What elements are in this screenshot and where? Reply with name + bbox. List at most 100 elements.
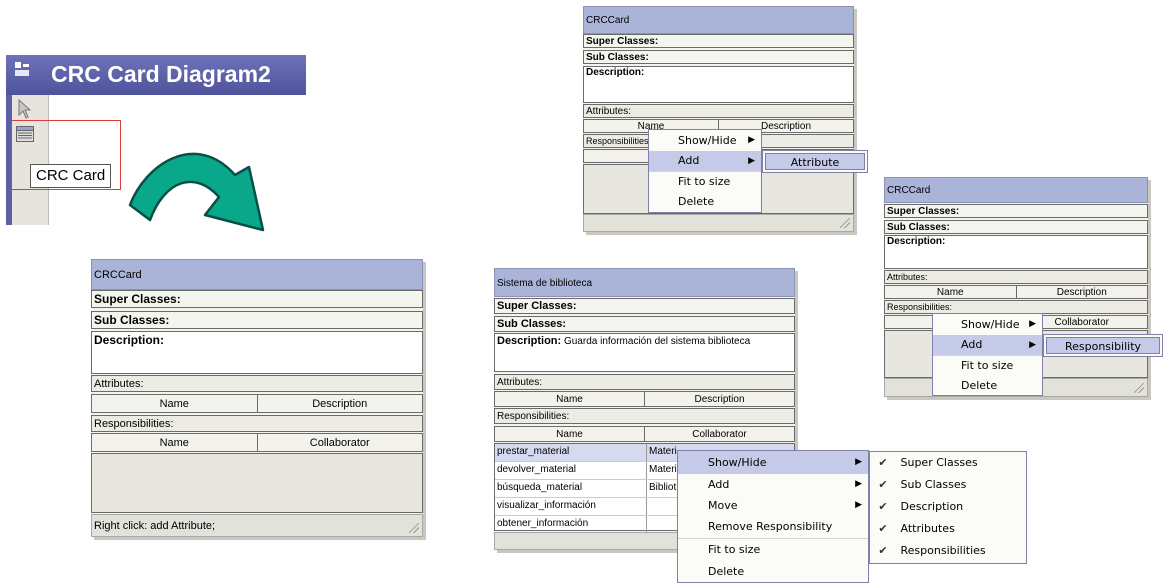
- card-title[interactable]: Sistema de biblioteca: [494, 268, 795, 297]
- checkmark-icon: ✔: [878, 500, 888, 513]
- diagram-icon: [15, 62, 29, 76]
- submenu-arrow-icon: ▶: [855, 500, 862, 510]
- description-box[interactable]: Description:: [91, 331, 423, 374]
- attributes-table-header: Name Description: [494, 391, 795, 407]
- description-label: Description:: [887, 236, 946, 247]
- attr-col-name: Name: [885, 286, 1017, 298]
- menu-add-label: Add: [678, 154, 700, 167]
- resp-name-cell[interactable]: búsqueda_material: [495, 480, 647, 497]
- sub-classes-row[interactable]: Sub Classes:: [884, 220, 1148, 234]
- submenu-sub-classes[interactable]: ✔ Sub Classes: [870, 474, 1026, 496]
- checkmark-icon: ✔: [878, 522, 888, 535]
- submenu-responsibilities[interactable]: ✔ Responsibilities: [870, 540, 1026, 562]
- resize-grip-icon[interactable]: [1134, 383, 1144, 393]
- resize-grip-icon[interactable]: [409, 523, 419, 533]
- menu-show-hide[interactable]: Show/Hide ▶: [678, 451, 868, 474]
- responsibilities-list[interactable]: [91, 453, 423, 513]
- resize-grip-icon[interactable]: [840, 218, 850, 228]
- resp-col-collaborator: Collaborator: [309, 437, 370, 449]
- attr-col-name: Name: [92, 395, 258, 412]
- description-label: Description:: [586, 67, 645, 78]
- description-box[interactable]: Description:: [583, 66, 854, 103]
- super-classes-row[interactable]: Super Classes:: [583, 34, 854, 48]
- submenu-arrow-icon: ▶: [855, 479, 862, 489]
- resp-col-name: Name: [495, 427, 645, 441]
- responsibilities-table-header: Name Collaborator: [494, 426, 795, 442]
- menu-show-hide[interactable]: Show/Hide ▶: [649, 130, 761, 151]
- attributes-label: Attributes:: [91, 375, 423, 392]
- submenu-responsibility[interactable]: Responsibility: [1046, 337, 1160, 354]
- menu-delete[interactable]: Delete: [649, 192, 761, 212]
- curved-arrow-icon: [128, 152, 265, 232]
- card-status-footer: Right click: add Attribute;: [91, 514, 423, 537]
- description-label: Description:: [94, 333, 165, 347]
- show-hide-submenu: ✔ Super Classes ✔ Sub Classes ✔ Descript…: [869, 451, 1027, 564]
- menu-show-hide[interactable]: Show/Hide ▶: [933, 314, 1042, 335]
- menu-fit-to-size[interactable]: Fit to size: [678, 539, 868, 561]
- attributes-table-header: Name Description: [884, 285, 1148, 299]
- crc-card-main[interactable]: CRCCard Super Classes: Sub Classes: Desc…: [91, 259, 423, 537]
- super-classes-row[interactable]: Super Classes:: [884, 204, 1148, 218]
- pointer-tool-icon[interactable]: [18, 99, 32, 119]
- submenu-description[interactable]: ✔ Description: [870, 496, 1026, 518]
- attr-col-description: Description: [694, 394, 745, 405]
- footer-hint: Right click: add Attribute;: [94, 520, 216, 532]
- menu-remove-responsibility[interactable]: Remove Responsibility: [678, 516, 868, 538]
- submenu-responsibilities-label: Responsibilities: [900, 544, 986, 557]
- menu-add[interactable]: Add ▶: [678, 474, 868, 495]
- super-classes-row[interactable]: Super Classes:: [494, 298, 795, 314]
- resp-col-name: Name: [92, 434, 258, 451]
- menu-show-hide-label: Show/Hide: [961, 318, 1020, 331]
- description-text: Guarda información del sistema bibliotec…: [563, 336, 751, 347]
- submenu-arrow-icon: ▶: [1029, 319, 1036, 329]
- submenu-super-classes-label: Super Classes: [900, 456, 978, 469]
- resp-col-collaborator: Collaborator: [692, 429, 747, 440]
- card-title[interactable]: CRCCard: [583, 6, 854, 34]
- context-menu: Show/Hide ▶ Add ▶ Move ▶ Remove Responsibil…: [677, 450, 869, 583]
- card-title[interactable]: CRCCard: [91, 259, 423, 290]
- menu-show-hide-label: Show/Hide: [708, 456, 767, 469]
- menu-delete[interactable]: Delete: [678, 561, 868, 582]
- menu-add[interactable]: Add ▶: [649, 151, 761, 171]
- responsibilities-table-header: Name Collaborator: [91, 433, 423, 452]
- submenu-sub-classes-label: Sub Classes: [900, 478, 967, 491]
- super-classes-row[interactable]: Super Classes:: [91, 290, 423, 308]
- menu-show-hide-label: Show/Hide: [678, 134, 737, 147]
- menu-add[interactable]: Add ▶: [933, 335, 1042, 355]
- submenu-attribute[interactable]: Attribute: [765, 153, 865, 170]
- attributes-label: Attributes:: [583, 104, 854, 118]
- resp-name-cell[interactable]: visualizar_información: [495, 498, 647, 515]
- submenu-arrow-icon: ▶: [748, 135, 755, 145]
- attr-col-description: Description: [1056, 287, 1107, 298]
- attributes-label: Attributes:: [494, 374, 795, 390]
- diagram-title-bar: CRC Card Diagram2: [6, 55, 306, 95]
- sub-classes-row[interactable]: Sub Classes:: [583, 50, 854, 64]
- resp-name-cell[interactable]: prestar_material: [495, 444, 647, 461]
- sub-classes-row[interactable]: Sub Classes:: [91, 311, 423, 329]
- card-status-footer: [583, 214, 854, 232]
- diagram-title: CRC Card Diagram2: [51, 61, 271, 87]
- description-box[interactable]: Description: Guarda información del sist…: [494, 333, 795, 372]
- checkmark-icon: ✔: [878, 544, 888, 557]
- submenu-arrow-icon: ▶: [855, 457, 862, 467]
- submenu-arrow-icon: ▶: [1029, 340, 1036, 350]
- menu-fit-to-size[interactable]: Fit to size: [649, 172, 761, 192]
- resp-name-cell[interactable]: obtener_información: [495, 516, 647, 533]
- menu-delete[interactable]: Delete: [933, 376, 1042, 396]
- menu-add-label: Add: [961, 338, 983, 351]
- responsibilities-label: Responsibilities:: [494, 408, 795, 424]
- context-menu: Show/Hide ▶ Add ▶ Fit to size Delete: [932, 313, 1043, 396]
- submenu-super-classes[interactable]: ✔ Super Classes: [870, 452, 1026, 474]
- add-submenu: Responsibility: [1043, 334, 1163, 357]
- menu-fit-to-size[interactable]: Fit to size: [933, 356, 1042, 376]
- add-submenu: Attribute: [762, 150, 868, 173]
- checkmark-icon: ✔: [878, 456, 888, 469]
- resp-name-cell[interactable]: devolver_material: [495, 462, 647, 479]
- checkmark-icon: ✔: [878, 478, 888, 491]
- menu-move[interactable]: Move ▶: [678, 495, 868, 516]
- card-title[interactable]: CRCCard: [884, 177, 1148, 203]
- description-box[interactable]: Description:: [884, 235, 1148, 269]
- submenu-attributes[interactable]: ✔ Attributes: [870, 518, 1026, 540]
- attributes-label: Attributes:: [884, 270, 1148, 284]
- sub-classes-row[interactable]: Sub Classes:: [494, 316, 795, 332]
